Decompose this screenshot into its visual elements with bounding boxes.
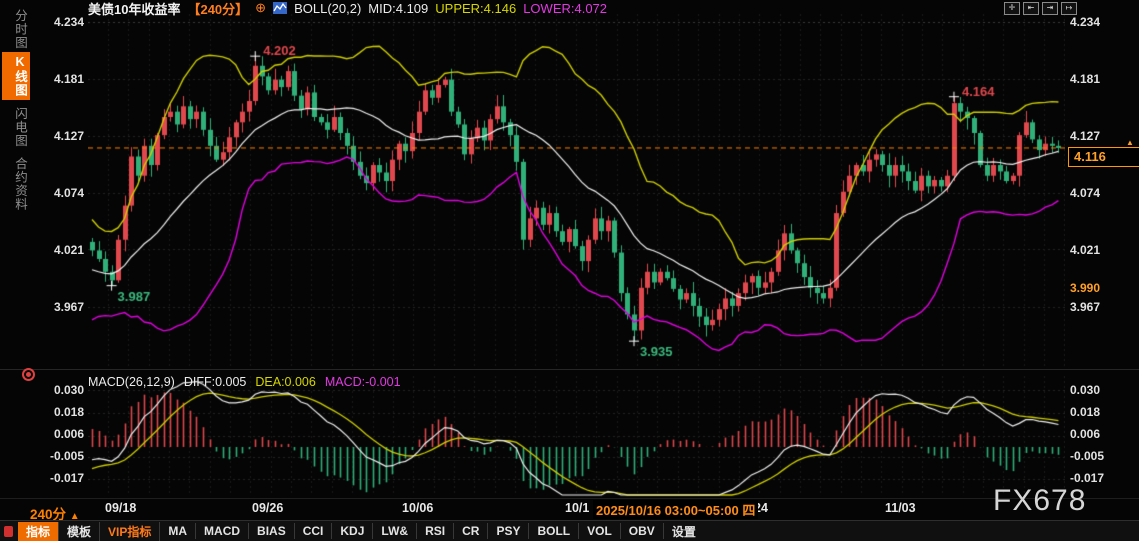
crosshair-date-tooltip: 2025/10/16 03:00~05:00 四 (593, 500, 758, 519)
x-axis-label: 09/26 (252, 501, 283, 515)
trading-app-window: 美债10年收益率 【240分】 ⊕ BOLL(20,2) MID:4.109 U… (0, 0, 1139, 541)
chart-tool-icons: ✛ ⇤ ⇥ ↦ (1004, 2, 1077, 15)
price-axis-label: 4.127 (1070, 129, 1100, 143)
toolbar-item-vip-indicators[interactable]: VIP指标 (100, 522, 160, 541)
sidebar-item-flash-chart[interactable]: 闪电图 (2, 104, 30, 151)
toolbar-item-vol[interactable]: VOL (579, 523, 621, 539)
macd-axis-label: 0.030 (40, 383, 84, 397)
price-axis-label: 4.181 (1070, 72, 1100, 86)
boll-upper-value: UPPER:4.146 (435, 1, 516, 16)
price-axis-label: 3.967 (1070, 300, 1100, 314)
boll-settings-icon[interactable] (273, 2, 287, 14)
macd-axis-label: -0.017 (1070, 471, 1104, 485)
price-axis-label: 4.234 (1070, 15, 1100, 29)
main-candlestick-chart[interactable] (88, 12, 1065, 370)
chart-header: 美债10年收益率 【240分】 ⊕ BOLL(20,2) MID:4.109 U… (88, 1, 607, 15)
macd-params-label: MACD(26,12,9) (88, 375, 175, 389)
sidebar-item-timeline-chart[interactable]: 分时图 (2, 6, 30, 53)
macd-hist-value: MACD:-0.001 (325, 375, 401, 389)
macd-axis-label: 0.030 (1070, 383, 1100, 397)
price-axis-label: 4.021 (1070, 243, 1100, 257)
macd-diff-value: DIFF:0.005 (184, 375, 247, 389)
price-axis-label: 4.127 (40, 129, 84, 143)
boll-lower-value: LOWER:4.072 (523, 1, 607, 16)
last-price-badge: 4.116 (1068, 147, 1139, 167)
indicator-toolbar: 指标 模板 VIP指标 MA MACD BIAS CCI KDJ LW& RSI… (0, 520, 1139, 541)
pan-icon[interactable]: ✛ (1004, 2, 1020, 15)
pane-indicator-icon[interactable] (22, 368, 35, 381)
toolbar-red-icon[interactable] (4, 526, 13, 537)
axis-divider (0, 498, 1139, 499)
period-tag[interactable]: 【240分】 (187, 0, 248, 18)
price-axis-label: 4.181 (40, 72, 84, 86)
x-axis-label: 11/03 (885, 501, 916, 515)
toolbar-item-boll[interactable]: BOLL (529, 523, 579, 539)
x-axis-label: 10/06 (402, 501, 433, 515)
toolbar-item-kdj[interactable]: KDJ (332, 523, 373, 539)
macd-axis-label: -0.017 (40, 471, 84, 485)
toolbar-item-lw[interactable]: LW& (373, 523, 417, 539)
macd-axis-label: 0.018 (40, 405, 84, 419)
sidebar-item-contract-info[interactable]: 合约资料 (2, 154, 30, 214)
price-axis-label: 4.074 (40, 186, 84, 200)
toolbar-item-indicators[interactable]: 指标 (18, 522, 59, 541)
boll-params-label: BOLL(20,2) (294, 1, 361, 16)
toolbar-item-templates[interactable]: 模板 (59, 522, 100, 541)
price-axis-label: 4.074 (1070, 186, 1100, 200)
shift-right-icon[interactable]: ↦ (1061, 2, 1077, 15)
toolbar-item-obv[interactable]: OBV (621, 523, 664, 539)
boll-mid-value: MID:4.109 (368, 1, 428, 16)
macd-axis-label: 0.006 (1070, 427, 1100, 441)
pane-divider (0, 369, 1139, 370)
toolbar-item-rsi[interactable]: RSI (417, 523, 454, 539)
toolbar-item-settings[interactable]: 设置 (664, 522, 704, 541)
toolbar-item-macd[interactable]: MACD (196, 523, 249, 539)
macd-header: MACD(26,12,9) DIFF:0.005 DEA:0.006 MACD:… (88, 375, 401, 389)
sidebar-item-kline-chart[interactable]: K线图 (2, 52, 30, 100)
macd-axis-label: 0.018 (1070, 405, 1100, 419)
macd-indicator-chart[interactable] (88, 374, 1065, 498)
compress-x-icon[interactable]: ⇤ (1023, 2, 1039, 15)
x-axis-label: 09/18 (105, 501, 136, 515)
price-axis-label: 3.967 (40, 300, 84, 314)
reference-price-label: 3.990 (1070, 281, 1100, 295)
macd-axis-label: 0.006 (40, 427, 84, 441)
toolbar-item-psy[interactable]: PSY (488, 523, 529, 539)
toolbar-item-bias[interactable]: BIAS (249, 523, 295, 539)
toolbar-item-cr[interactable]: CR (454, 523, 488, 539)
add-indicator-icon[interactable]: ⊕ (255, 0, 266, 16)
expand-x-icon[interactable]: ⇥ (1042, 2, 1058, 15)
instrument-title: 美债10年收益率 (88, 0, 180, 18)
macd-dea-value: DEA:0.006 (255, 375, 315, 389)
macd-axis-label: -0.005 (40, 449, 84, 463)
price-axis-label: 4.234 (40, 15, 84, 29)
macd-axis-label: -0.005 (1070, 449, 1104, 463)
price-pin-icon: ▲ (1126, 138, 1134, 147)
watermark: FX678 (993, 484, 1086, 518)
x-axis-label: 10/1 (565, 501, 589, 515)
price-axis-label: 4.021 (40, 243, 84, 257)
left-sidebar: 分时图 K线图 闪电图 合约资料 (0, 0, 38, 541)
toolbar-item-ma[interactable]: MA (160, 523, 196, 539)
toolbar-item-cci[interactable]: CCI (295, 523, 333, 539)
